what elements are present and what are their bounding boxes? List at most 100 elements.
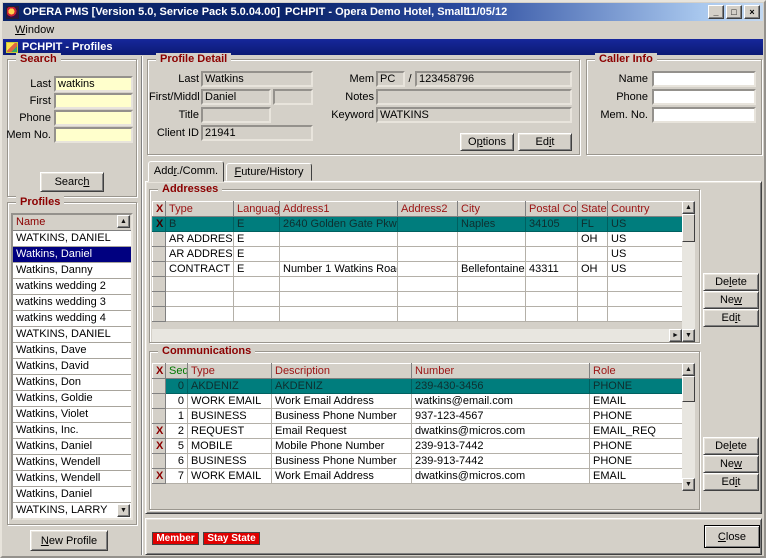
table-row[interactable]: CONTRACTENumber 1 Watkins RoadBellefonta…: [153, 262, 683, 277]
mem-no-field[interactable]: [415, 71, 572, 87]
list-item[interactable]: Watkins, Wendell: [13, 455, 131, 471]
table-row[interactable]: AR ADDRESSEUS: [153, 247, 683, 262]
caller-phone-input[interactable]: [652, 89, 756, 105]
caller-memno-input[interactable]: [652, 107, 756, 123]
cell-language: E: [234, 262, 280, 277]
cell-postal_code: [526, 277, 578, 292]
list-item[interactable]: Watkins, Goldie: [13, 391, 131, 407]
tab-addr-comm[interactable]: Addr./Comm.: [148, 161, 224, 182]
address-new-button[interactable]: New: [703, 291, 759, 309]
table-row[interactable]: 6BUSINESSBusiness Phone Number239-913-74…: [153, 454, 683, 469]
cell-postal_code: 43311: [526, 262, 578, 277]
client-id-label: Client ID: [149, 126, 199, 141]
cell-x: [153, 307, 166, 322]
addresses-hscrollbar[interactable]: [152, 329, 682, 342]
scroll-down-icon[interactable]: ▼: [682, 478, 695, 491]
keyword-field[interactable]: [376, 107, 572, 123]
list-item[interactable]: Watkins, Inc.: [13, 423, 131, 439]
minimize-icon[interactable]: _: [708, 5, 724, 19]
caller-memno-label: Mem. No.: [590, 108, 648, 123]
cell-type: AKDENIZ: [188, 379, 272, 394]
client-id-field[interactable]: [201, 125, 313, 141]
scroll-up-icon[interactable]: ▲: [682, 201, 695, 214]
empty-row: [153, 307, 683, 322]
table-row[interactable]: 0WORK EMAILWork Email Addresswatkins@ema…: [153, 394, 683, 409]
list-item[interactable]: Watkins, Don: [13, 375, 131, 391]
table-row[interactable]: 0AKDENIZAKDENIZ239-430-3456PHONE: [153, 379, 683, 394]
edit-profile-button[interactable]: Edit: [518, 133, 572, 151]
table-row[interactable]: X7WORK EMAILWork Email Addressdwatkins@m…: [153, 469, 683, 484]
list-item[interactable]: watkins wedding 2: [13, 279, 131, 295]
cell-seq: 5: [166, 439, 188, 454]
search-button[interactable]: Search: [40, 172, 104, 192]
list-item[interactable]: Watkins, Danny: [13, 263, 131, 279]
list-item[interactable]: WATKINS, DANIEL: [13, 327, 131, 343]
caller-name-input[interactable]: [652, 71, 756, 87]
cell-country: US: [608, 262, 683, 277]
cell-address1: [280, 307, 398, 322]
caller-phone-label: Phone: [590, 90, 648, 105]
communication-new-button[interactable]: New: [703, 455, 759, 473]
table-row[interactable]: X5MOBILEMobile Phone Number239-913-7442P…: [153, 439, 683, 454]
address-delete-button[interactable]: Delete: [703, 273, 759, 291]
menu-window[interactable]: Window: [9, 23, 60, 37]
addresses-vscroll-thumb[interactable]: [682, 214, 695, 242]
member-lamp-button[interactable]: Member: [152, 532, 199, 545]
list-item[interactable]: watkins wedding 4: [13, 311, 131, 327]
stay-state-lamp-button[interactable]: Stay State: [203, 532, 260, 545]
cell-city: [458, 232, 526, 247]
address-edit-button[interactable]: Edit: [703, 309, 759, 327]
notes-field[interactable]: [376, 89, 572, 105]
list-item[interactable]: Watkins, Daniel: [13, 247, 131, 263]
cell-postal_code: [526, 247, 578, 262]
table-row[interactable]: XBE2640 Golden Gate Pkwy Ste 2Naples3410…: [153, 217, 683, 232]
list-item[interactable]: Watkins, David: [13, 359, 131, 375]
table-row[interactable]: 1BUSINESSBusiness Phone Number937-123-45…: [153, 409, 683, 424]
table-row[interactable]: AR ADDRESSEOHUS: [153, 232, 683, 247]
communications-vscroll-thumb[interactable]: [682, 376, 695, 402]
search-phone-input[interactable]: [54, 110, 133, 126]
close-button[interactable]: Close: [704, 525, 760, 548]
list-item[interactable]: Watkins, Violet: [13, 407, 131, 423]
list-item[interactable]: Watkins, Wendell: [13, 471, 131, 487]
communication-edit-button[interactable]: Edit: [703, 473, 759, 491]
search-first-label: First: [4, 94, 51, 109]
form-title: PCHPIT - Profiles: [22, 41, 112, 53]
new-profile-button[interactable]: New Profile: [30, 530, 108, 551]
column-header-role: Role: [590, 364, 683, 379]
tab-future-history[interactable]: Future/History: [226, 163, 312, 181]
list-item[interactable]: Watkins, Daniel: [13, 487, 131, 503]
communication-delete-button[interactable]: Delete: [703, 437, 759, 455]
scroll-down-icon[interactable]: ▼: [682, 329, 695, 342]
close-window-icon[interactable]: ×: [744, 5, 760, 19]
search-first-input[interactable]: [54, 93, 133, 109]
profiles-form-icon: [6, 42, 18, 53]
scroll-down-icon[interactable]: ▼: [117, 504, 130, 517]
options-button[interactable]: Options: [460, 133, 514, 151]
search-memno-input[interactable]: [54, 127, 133, 143]
maximize-icon[interactable]: □: [726, 5, 742, 19]
table-row[interactable]: X2REQUESTEmail Requestdwatkins@micros.co…: [153, 424, 683, 439]
scroll-right-icon[interactable]: ►: [669, 329, 682, 342]
table-header-row: XSeqTypeDescriptionNumberRole: [153, 364, 683, 379]
list-item[interactable]: Watkins, Dave: [13, 343, 131, 359]
first-name-field[interactable]: [201, 89, 271, 105]
caller-name-label: Name: [590, 72, 648, 87]
list-item[interactable]: WATKINS, DANIEL: [13, 231, 131, 247]
cell-address1: [280, 277, 398, 292]
cell-state: OH: [578, 232, 608, 247]
list-item[interactable]: watkins wedding 3: [13, 295, 131, 311]
cell-x: X: [153, 217, 166, 232]
title-field[interactable]: [201, 107, 271, 123]
last-name-field[interactable]: [201, 71, 313, 87]
column-header-x: X: [153, 364, 166, 379]
middle-name-field[interactable]: [273, 89, 313, 105]
mem-type-field[interactable]: [376, 71, 405, 87]
list-item[interactable]: WATKINS, LARRY: [13, 503, 131, 519]
scroll-up-icon[interactable]: ▲: [682, 363, 695, 376]
search-last-input[interactable]: [54, 76, 133, 92]
cell-country: [608, 307, 683, 322]
cell-x: [153, 379, 166, 394]
scroll-up-icon[interactable]: ▲: [117, 215, 130, 228]
list-item[interactable]: Watkins, Daniel: [13, 439, 131, 455]
